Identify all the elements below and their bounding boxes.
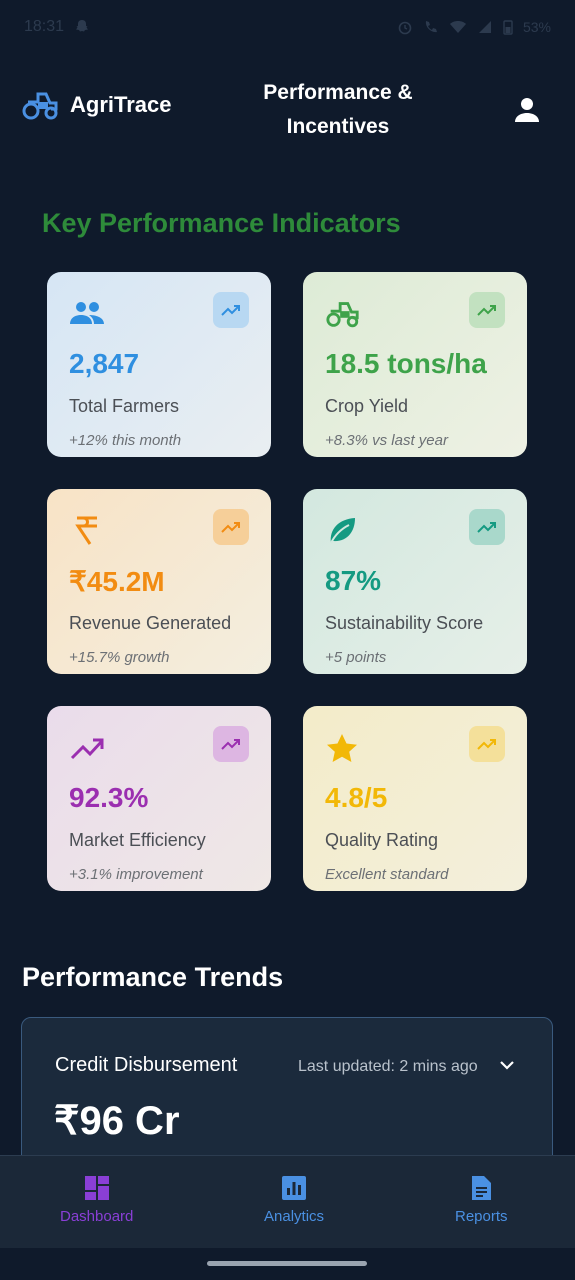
snapchat-icon <box>76 20 89 32</box>
call-wifi-icon <box>425 21 437 33</box>
kpi-card-quality-rating[interactable]: 4.8/5 Quality Rating Excellent standard <box>303 706 527 891</box>
nav-dashboard[interactable]: Dashboard <box>60 1174 133 1225</box>
status-time: 18:31 <box>24 18 65 35</box>
trend-button[interactable] <box>469 509 505 545</box>
kpi-label: Quality Rating <box>325 830 439 850</box>
trending-up-icon <box>477 522 496 533</box>
credit-value: ₹96 Cr <box>54 1099 180 1143</box>
star-icon <box>327 734 357 762</box>
trending-up-icon <box>221 305 240 316</box>
kpi-card-sustainability[interactable]: 87% Sustainability Score +5 points <box>303 489 527 674</box>
trending-up-icon <box>221 739 240 750</box>
leaf-icon <box>330 518 355 544</box>
trending-up-icon <box>221 522 240 533</box>
nav-reports[interactable]: Reports <box>455 1174 508 1225</box>
group-icon <box>70 302 104 324</box>
last-updated: Last updated: 2 mins ago <box>298 1058 478 1075</box>
kpi-note: Excellent standard <box>325 866 449 883</box>
tractor-icon <box>326 302 359 328</box>
nav-label: Reports <box>455 1208 508 1225</box>
trend-button[interactable] <box>469 292 505 328</box>
kpi-note: +12% this month <box>69 432 182 449</box>
kpi-label: Revenue Generated <box>69 613 232 633</box>
kpi-card-revenue[interactable]: ₹45.2M Revenue Generated +15.7% growth <box>47 489 271 674</box>
home-indicator[interactable] <box>207 1261 367 1266</box>
tractor-icon <box>22 92 58 120</box>
battery-level: 53% <box>522 19 551 35</box>
alarm-icon <box>398 21 412 35</box>
kpi-note: +8.3% vs last year <box>325 432 448 449</box>
trending-up-icon <box>477 305 496 316</box>
app-header: AgriTrace Performance & Incentives <box>0 72 575 148</box>
kpi-note: +5 points <box>325 649 387 666</box>
kpi-value: 2,847 <box>69 348 140 379</box>
kpi-heading: Key Performance Indicators <box>42 208 401 238</box>
app-name: AgriTrace <box>70 92 172 117</box>
page-title: Performance & Incentives <box>263 81 413 138</box>
nav-label: Analytics <box>264 1208 325 1225</box>
kpi-note: +15.7% growth <box>69 649 170 666</box>
status-bar: 18:31 53% <box>0 0 575 54</box>
kpi-value: 4.8/5 <box>325 782 388 813</box>
kpi-card-market-efficiency[interactable]: 92.3% Market Efficiency +3.1% improvemen… <box>47 706 271 891</box>
trends-heading: Performance Trends <box>22 962 284 992</box>
kpi-label: Total Farmers <box>69 396 180 416</box>
kpi-card-crop-yield[interactable]: 18.5 tons/ha Crop Yield +8.3% vs last ye… <box>303 272 527 457</box>
kpi-label: Crop Yield <box>325 396 409 416</box>
kpi-card-total-farmers[interactable]: 2,847 Total Farmers +12% this month <box>47 272 271 457</box>
credit-title: Credit Disbursement <box>55 1054 238 1076</box>
bottom-nav: Dashboard Analytics Reports <box>0 1155 575 1248</box>
brand[interactable]: AgriTrace <box>22 90 172 120</box>
trend-button[interactable] <box>213 509 249 545</box>
kpi-value: 87% <box>325 565 382 596</box>
kpi-label: Market Efficiency <box>69 830 206 850</box>
trend-button[interactable] <box>213 726 249 762</box>
trending-up-icon <box>477 739 496 750</box>
trending-up-icon <box>70 738 104 760</box>
kpi-value: 92.3% <box>69 782 149 813</box>
analytics-icon <box>282 1176 307 1200</box>
kpi-note: +3.1% improvement <box>69 866 203 883</box>
kpi-value: ₹45.2M <box>69 566 165 597</box>
user-icon[interactable] <box>513 96 541 124</box>
trend-button[interactable] <box>213 292 249 328</box>
nav-label: Dashboard <box>60 1208 134 1225</box>
signal-icon <box>478 21 491 33</box>
dashboard-icon <box>84 1176 109 1200</box>
rupee-icon <box>75 516 97 545</box>
chevron-down-icon[interactable] <box>498 1056 516 1074</box>
wifi-icon <box>449 21 466 33</box>
kpi-label: Sustainability Score <box>325 613 484 633</box>
kpi-value: 18.5 tons/ha <box>325 348 487 379</box>
document-icon <box>472 1176 492 1200</box>
nav-analytics[interactable]: Analytics <box>264 1174 324 1225</box>
battery-icon <box>503 20 513 35</box>
trend-button[interactable] <box>469 726 505 762</box>
